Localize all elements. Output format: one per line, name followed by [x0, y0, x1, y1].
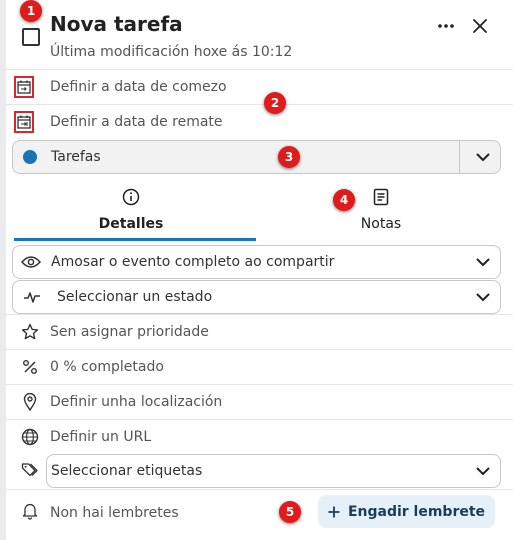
chevron-down-icon	[476, 153, 490, 161]
more-actions-button[interactable]	[432, 12, 460, 40]
visibility-toggle[interactable]	[476, 246, 490, 278]
tags-select[interactable]: Seleccionar etiquetas	[46, 454, 501, 488]
status-select[interactable]: Seleccionar un estado	[12, 280, 501, 314]
tab-notes[interactable]: Notas	[256, 180, 506, 242]
star-icon	[21, 323, 39, 340]
visibility-label: Amosar o evento completo ao compartir	[51, 254, 335, 270]
chevron-down-icon	[476, 293, 490, 301]
percent-icon	[23, 360, 37, 374]
annotation-marker-5: 5	[279, 501, 301, 523]
select-divider	[459, 141, 460, 173]
task-title[interactable]: Nova tarefa	[50, 12, 183, 36]
calendar-name: Tarefas	[51, 149, 101, 165]
more-horizontal-icon	[438, 24, 454, 28]
tag-icon	[21, 463, 38, 477]
map-pin-icon	[23, 393, 37, 411]
bell-icon	[22, 503, 38, 520]
due-date-label: Definir a data de remate	[50, 114, 223, 130]
annotation-marker-3: 3	[278, 146, 300, 168]
activity-icon	[24, 292, 40, 303]
task-editor-panel: Nova tarefa Última modificación hoxe ás …	[6, 0, 513, 540]
completion-label: 0 % completado	[50, 359, 164, 375]
tags-toggle[interactable]	[476, 455, 490, 487]
url-row[interactable]: Definir un URL	[6, 419, 513, 454]
annotation-marker-4: 4	[333, 189, 355, 211]
add-reminder-label: Engadir lembrete	[347, 503, 486, 520]
tags-icon-wrapper	[18, 458, 42, 482]
annotation-marker-1: 1	[20, 0, 42, 22]
plus-icon	[328, 506, 340, 517]
start-date-label: Definir a data de comezo	[50, 79, 227, 95]
active-tab-indicator	[14, 238, 256, 241]
location-label: Definir unha localización	[50, 394, 223, 410]
due-date-icon-frame	[14, 111, 34, 133]
priority-label: Sen asignar prioridade	[50, 324, 209, 340]
close-button[interactable]	[466, 12, 494, 40]
location-row[interactable]: Definir unha localización	[6, 384, 513, 419]
info-icon	[122, 188, 140, 206]
calendar-select-toggle[interactable]	[476, 141, 490, 173]
tab-details-label: Detalles	[98, 216, 164, 232]
globe-icon	[21, 428, 39, 446]
tab-details[interactable]: Detalles	[6, 180, 256, 242]
chevron-down-icon	[476, 467, 490, 475]
tab-notes-label: Notas	[360, 216, 402, 232]
eye-icon	[21, 256, 41, 268]
calendar-due-icon	[17, 115, 31, 129]
start-date-icon-frame	[14, 76, 34, 98]
start-date-row[interactable]: Definir a data de comezo	[6, 69, 513, 104]
notes-icon	[373, 188, 389, 206]
reminders-label: Non hai lembretes	[50, 505, 179, 521]
last-modified-text: Última modificación hoxe ás 10:12	[50, 44, 293, 60]
annotation-marker-2: 2	[264, 92, 286, 114]
status-toggle[interactable]	[476, 281, 490, 313]
calendar-start-icon	[17, 80, 31, 94]
tags-label: Seleccionar etiquetas	[51, 463, 203, 479]
url-label: Definir un URL	[50, 429, 152, 445]
calendar-select[interactable]: Tarefas	[12, 140, 501, 174]
completion-row[interactable]: 0 % completado	[6, 349, 513, 384]
visibility-select[interactable]: Amosar o evento completo ao compartir	[12, 245, 501, 279]
task-complete-checkbox[interactable]	[22, 28, 40, 46]
priority-row[interactable]: Sen asignar prioridade	[6, 314, 513, 349]
due-date-row[interactable]: Definir a data de remate	[6, 104, 513, 139]
calendar-color-dot	[23, 150, 37, 164]
close-icon	[473, 19, 487, 33]
chevron-down-icon	[476, 258, 490, 266]
add-reminder-button[interactable]: Engadir lembrete	[318, 495, 495, 528]
status-label: Seleccionar un estado	[57, 289, 213, 305]
